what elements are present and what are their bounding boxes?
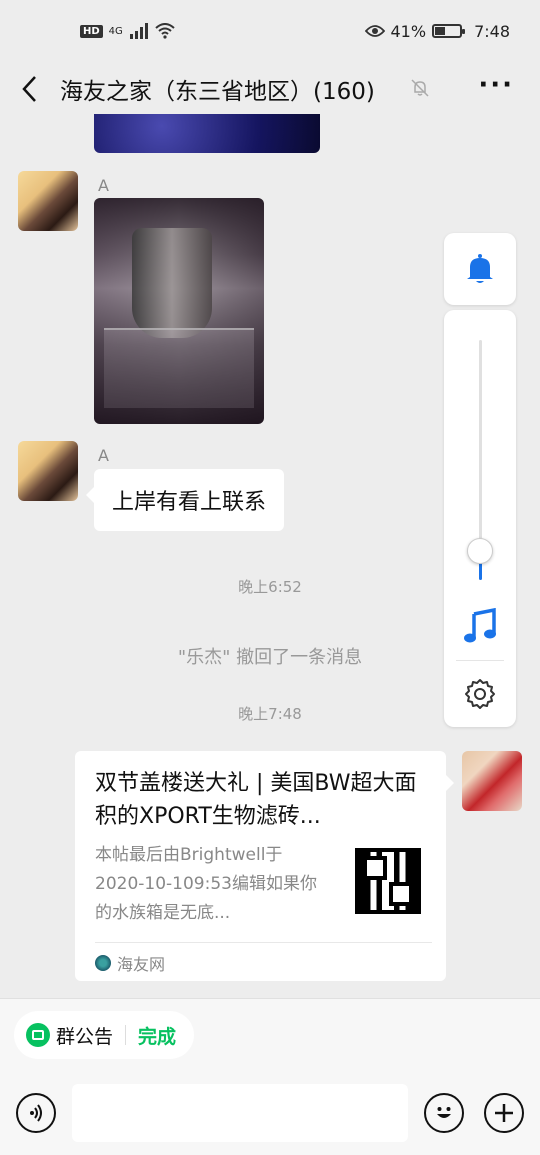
link-card-source: 海友网: [95, 951, 165, 975]
gear-icon[interactable]: [464, 678, 496, 710]
battery-fill: [435, 27, 446, 35]
bell-icon: [467, 254, 493, 283]
plus-icon: [495, 1104, 513, 1122]
chevron-left-icon[interactable]: [18, 74, 42, 104]
divider: [456, 660, 504, 661]
status-bar: HD 4G 41% 7:48: [0, 0, 540, 62]
group-notice-label: 群公告: [56, 1025, 114, 1048]
signal-icon: [129, 23, 148, 39]
eye-icon: [364, 25, 385, 37]
emoji-button[interactable]: [424, 1093, 464, 1133]
voice-icon: [30, 1104, 42, 1122]
source-logo-icon: [95, 955, 111, 971]
source-name: 海友网: [117, 955, 166, 974]
more-button[interactable]: ···: [478, 70, 514, 100]
status-time: 7:48: [474, 21, 510, 41]
divider: [95, 942, 432, 943]
plus-button[interactable]: [484, 1093, 524, 1133]
voice-button[interactable]: [16, 1093, 56, 1133]
avatar[interactable]: [18, 441, 78, 501]
qr-code-icon: [355, 848, 421, 914]
volume-slider-knob[interactable]: [467, 538, 493, 565]
ringer-button[interactable]: [444, 233, 516, 305]
volume-panel: [444, 310, 516, 727]
divider: [125, 1025, 127, 1045]
avatar[interactable]: [18, 171, 78, 231]
sender-name: A: [98, 176, 109, 195]
hd-badge: HD: [80, 24, 103, 38]
image-content: [132, 228, 212, 338]
sender-name: A: [98, 446, 109, 465]
text-message[interactable]: 上岸有看上联系: [85, 469, 285, 531]
emoji-icon: [437, 1107, 451, 1118]
image-message[interactable]: [94, 198, 264, 424]
image-message-partial[interactable]: [94, 114, 320, 153]
battery-icon: [432, 24, 466, 38]
link-card-title: 双节盖楼送大礼 | 美国BW超大面积的XPORT生物滤砖...: [95, 771, 417, 829]
group-notice-bar[interactable]: 群公告 完成: [14, 1011, 195, 1059]
done-button[interactable]: 完成: [138, 1022, 176, 1049]
network-type: 4G: [108, 25, 123, 37]
image-content: [104, 328, 254, 408]
link-card-description: 本帖最后由Brightwell于2020-10-109:53编辑如果你的水族箱是…: [95, 845, 317, 923]
chat-header: 海友之家（东三省地区）(160) ···: [0, 62, 540, 114]
music-note-icon[interactable]: [462, 608, 498, 644]
status-left: HD 4G: [80, 23, 175, 39]
status-right: 41% 7:48: [364, 21, 510, 41]
chat-title: 海友之家（东三省地区）(160): [60, 79, 375, 105]
battery-percent: 41%: [390, 21, 427, 41]
link-card[interactable]: 双节盖楼送大礼 | 美国BW超大面积的XPORT生物滤砖... 本帖最后由Bri…: [75, 751, 454, 981]
input-area: 群公告 完成: [0, 998, 540, 1155]
avatar[interactable]: [462, 751, 522, 811]
notice-icon: [26, 1023, 50, 1047]
wifi-icon: [155, 23, 175, 39]
message-input[interactable]: [72, 1084, 408, 1142]
bell-off-icon: [411, 79, 429, 97]
